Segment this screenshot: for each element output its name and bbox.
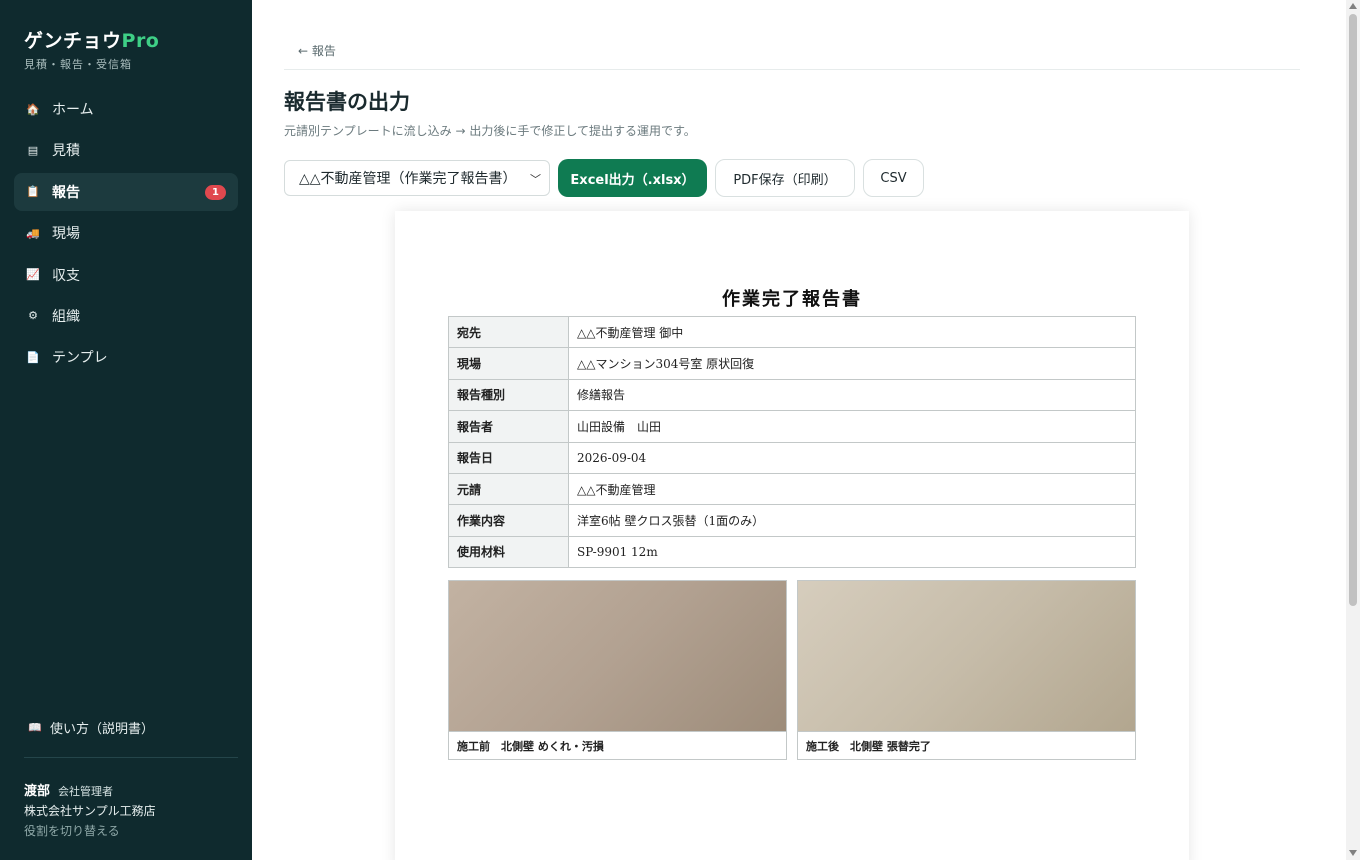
report-title: 作業完了報告書 [722,289,862,310]
photo-before: 施工前 北側壁 めくれ・汚損 [448,580,787,760]
row-value: △△不動産管理 御中 [568,315,1136,349]
help-manual-link[interactable]: 📖 使い方（説明書） [28,718,154,737]
table-row: 報告者 山田設備 山田 [448,410,1136,443]
sidebar: ゲンチョウPro 見積・報告・受信箱 🏠 ホーム ▤ 見積 📋 報告 1 🚚 現… [0,0,252,860]
book-icon: 📖 [28,721,42,734]
table-row: 現場 △△マンション304号室 原状回復 [448,347,1136,380]
photo-caption: 施工後 北側壁 張替完了 [798,731,1135,759]
row-label: 使用材料 [448,535,569,569]
table-row: 宛先 △△不動産管理 御中 [448,315,1136,349]
user-panel: 渡部 会社管理者 株式会社サンプル工務店 役割を切り替える [24,780,156,839]
row-value: 2026-09-04 [568,441,1136,474]
row-value: 洋室6帖 壁クロス張替（1面のみ） [568,504,1136,537]
page-title: 報告書の出力 [284,90,410,114]
switch-role-link[interactable]: 役割を切り替える [24,822,156,839]
table-row: 作業内容 洋室6帖 壁クロス張替（1面のみ） [448,504,1136,537]
row-label: 宛先 [448,315,569,349]
scrollbar-thumb[interactable] [1349,14,1357,606]
table-row: 使用材料 SP-9901 12m [448,535,1136,569]
truck-icon: 🚚 [26,226,40,240]
brand-subtitle: 見積・報告・受信箱 [24,58,132,71]
row-value: △△マンション304号室 原状回復 [568,347,1136,380]
gear-icon: ⚙ [28,309,38,323]
sidebar-item-organization[interactable]: ⚙ 組織 [14,297,238,335]
sidebar-item-label: 収支 [52,267,80,284]
table-row: 報告種別 修繕報告 [448,378,1136,412]
sidebar-item-reports[interactable]: 📋 報告 1 [14,172,238,211]
chevron-down-icon: ﹀ [530,173,541,186]
row-label: 現場 [448,347,569,380]
excel-export-button[interactable]: Excel出力（.xlsx） [558,159,707,197]
csv-export-button[interactable]: CSV [863,159,924,197]
header-divider [284,69,1300,70]
table-row: 報告日 2026-09-04 [448,441,1136,474]
sidebar-nav: 🏠 ホーム ▤ 見積 📋 報告 1 🚚 現場 📈 収支 ⚙ 組織 📄 テンプレ [14,90,238,380]
document-stack-icon: ▤ [27,143,39,157]
sidebar-item-home[interactable]: 🏠 ホーム [14,90,238,128]
row-label: 報告者 [448,410,569,443]
sidebar-item-label: 見積 [52,143,80,160]
row-value: △△不動産管理 [568,472,1136,506]
row-label: 元請 [448,472,569,506]
sidebar-item-label: ホーム [52,102,94,118]
sidebar-divider [24,757,238,758]
export-toolbar: △△不動産管理（作業完了報告書） ﹀ Excel出力（.xlsx） PDF保存（… [284,159,924,197]
row-value: SP-9901 12m [568,535,1136,569]
user-role: 会社管理者 [58,785,114,798]
user-name-row: 渡部 会社管理者 [24,780,156,799]
photo-image [449,581,786,731]
brand-accent: Pro [121,30,160,52]
sidebar-item-templates[interactable]: 📄 テンプレ [14,338,238,376]
app-logo[interactable]: ゲンチョウPro [24,26,159,53]
row-label: 報告日 [448,441,569,474]
table-row: 元請 △△不動産管理 [448,472,1136,506]
photo-image [798,581,1135,731]
row-value: 山田設備 山田 [568,410,1136,443]
sidebar-item-estimates[interactable]: ▤ 見積 [14,131,238,169]
scroll-down-arrow-icon[interactable] [1349,850,1357,856]
page-description: 元請別テンプレートに流し込み → 出力後に手で修正して提出する運用です。 [284,124,696,138]
sidebar-item-label: テンプレ [52,350,108,367]
notification-badge: 1 [205,184,226,200]
row-label: 作業内容 [448,504,569,537]
template-select-value: △△不動産管理（作業完了報告書） [299,171,517,187]
home-icon: 🏠 [26,102,40,116]
main-content: ← 報告 報告書の出力 元請別テンプレートに流し込み → 出力後に手で修正して提… [252,0,1346,860]
clipboard-icon: 📋 [26,185,40,199]
sidebar-item-sites[interactable]: 🚚 現場 [14,214,238,252]
scroll-up-arrow-icon[interactable] [1349,3,1357,9]
back-link[interactable]: ← 報告 [298,42,336,59]
row-label: 報告種別 [448,378,569,412]
photo-caption: 施工前 北側壁 めくれ・汚損 [449,731,786,759]
sidebar-item-label: 現場 [52,226,80,243]
vertical-scrollbar[interactable] [1346,0,1360,860]
help-label: 使い方（説明書） [50,722,155,737]
chart-up-icon: 📈 [26,268,40,282]
row-value: 修繕報告 [568,378,1136,412]
template-select[interactable]: △△不動産管理（作業完了報告書） ﹀ [284,160,550,196]
brand-main: ゲンチョウ [24,30,122,52]
user-name: 渡部 [24,784,51,799]
report-preview: 作業完了報告書 宛先 △△不動産管理 御中 現場 △△マンション304号室 原状回復… [395,211,1189,860]
photo-after: 施工後 北側壁 張替完了 [797,580,1136,760]
document-icon: 📄 [26,350,40,364]
sidebar-item-label: 組織 [52,308,80,325]
user-company: 株式会社サンプル工務店 [24,804,156,818]
sidebar-item-label: 報告 [52,184,80,201]
report-table: 宛先 △△不動産管理 御中 現場 △△マンション304号室 原状回復 報告種別 修繕報… [448,315,1136,569]
sidebar-item-finance[interactable]: 📈 収支 [14,256,238,294]
pdf-save-button[interactable]: PDF保存（印刷） [715,159,855,197]
